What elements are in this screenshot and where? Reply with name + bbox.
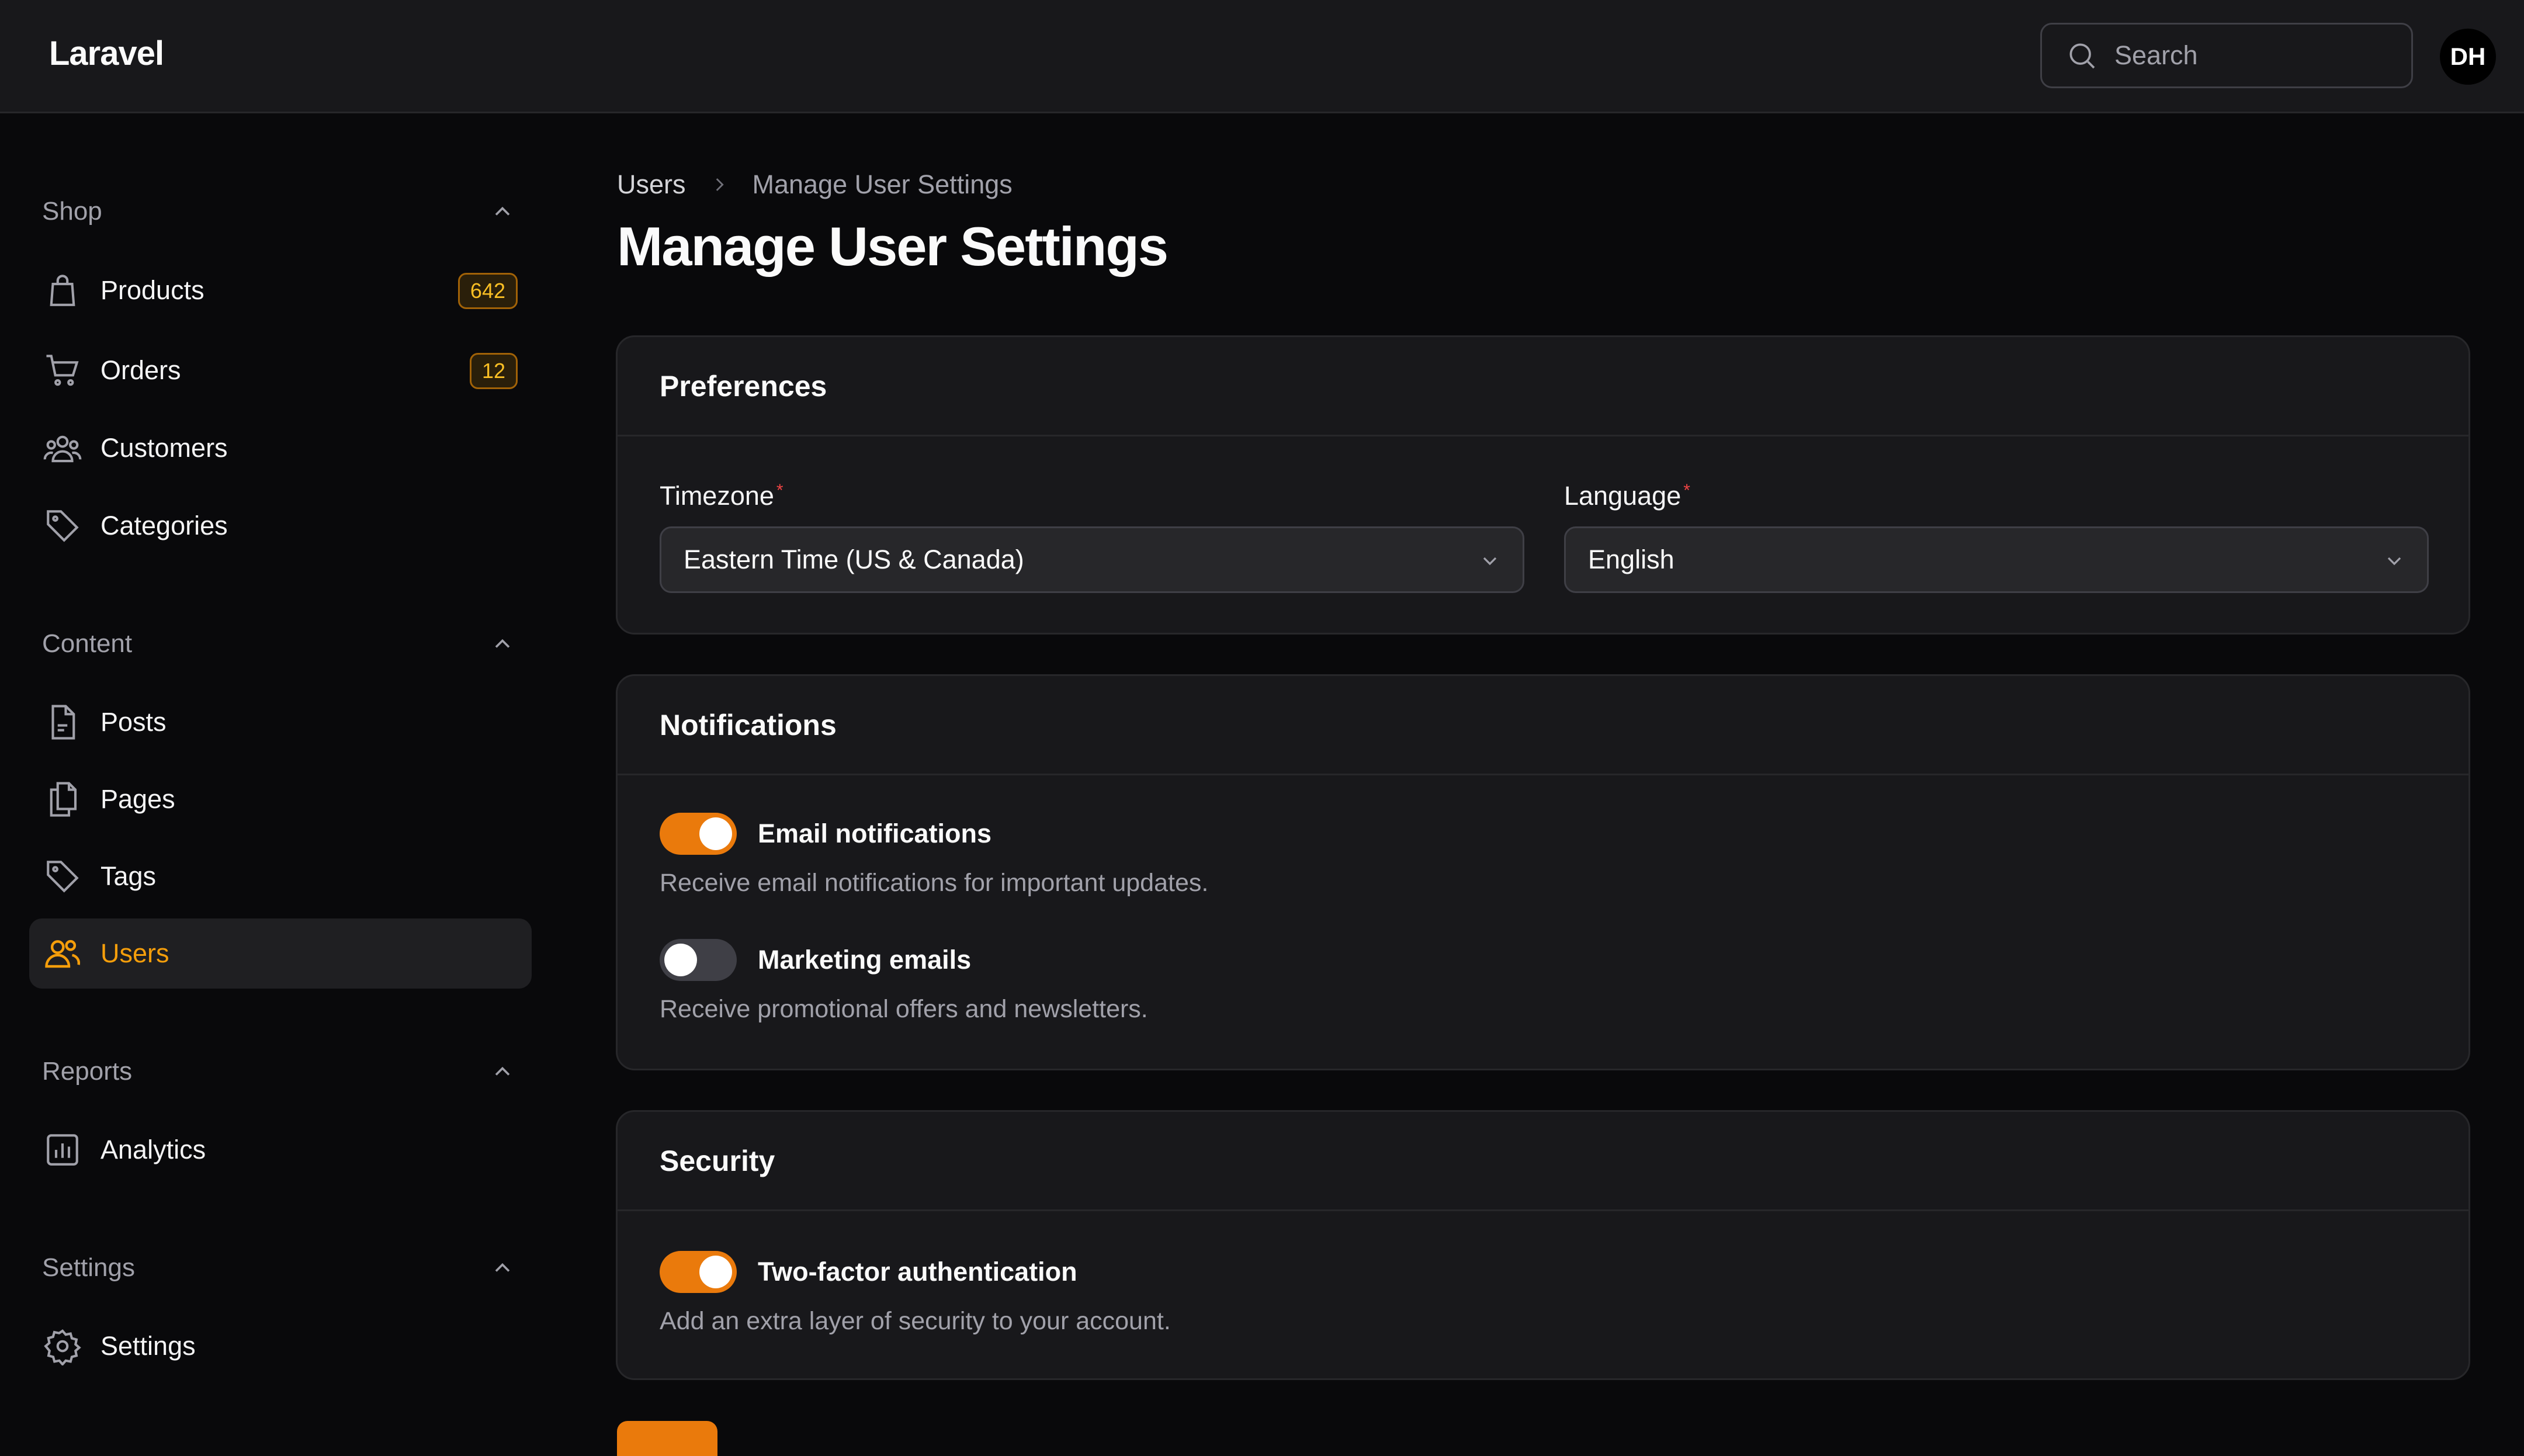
sidebar-item-users[interactable]: Users	[29, 918, 532, 989]
marketing-emails-toggle[interactable]	[660, 939, 737, 981]
breadcrumb-users-link[interactable]: Users	[617, 169, 686, 200]
sidebar-item-label: Products	[100, 275, 204, 305]
toggle-knob	[699, 1256, 732, 1288]
save-button[interactable]	[617, 1421, 717, 1456]
page-title: Manage User Settings	[617, 216, 1169, 277]
sidebar-group-label: Reports	[42, 1057, 133, 1086]
chevron-up-icon	[495, 1263, 510, 1272]
sidebar-item-label: Categories	[100, 511, 228, 540]
avatar[interactable]: DH	[2440, 29, 2496, 85]
sidebar: Shop Products 642 Orders 12 Customers Ca…	[0, 113, 561, 1437]
sidebar-item-label: Tags	[100, 861, 157, 891]
timezone-select[interactable]: Eastern Time (US & Canada)	[660, 526, 1524, 593]
sidebar-item-pages[interactable]: Pages	[29, 764, 532, 834]
top-bar: Laravel DH	[0, 0, 2524, 113]
chevron-down-icon	[1483, 557, 1497, 566]
two-factor-label: Two-factor authentication	[758, 1257, 1077, 1287]
chevron-right-icon	[716, 178, 724, 191]
chevron-down-icon	[2387, 557, 2401, 566]
required-marker: *	[1683, 481, 1690, 500]
shopping-bag-icon	[43, 271, 82, 310]
timezone-label-text: Timezone	[660, 481, 774, 511]
notifications-card: Notifications Email notifications Receiv…	[616, 674, 2470, 1070]
document-icon	[43, 703, 82, 741]
count-badge: 642	[457, 273, 518, 309]
user-group-icon	[43, 429, 82, 467]
breadcrumb: Users Manage User Settings	[617, 169, 1013, 200]
timezone-value: Eastern Time (US & Canada)	[684, 545, 1024, 574]
sidebar-item-label: Users	[100, 938, 169, 968]
brand-logo[interactable]: Laravel	[49, 34, 164, 73]
two-factor-description: Add an extra layer of security to your a…	[660, 1307, 1171, 1335]
sidebar-item-categories[interactable]: Categories	[29, 491, 532, 561]
documents-icon	[43, 780, 82, 819]
sidebar-item-customers[interactable]: Customers	[29, 413, 532, 483]
language-label-text: Language	[1564, 481, 1681, 511]
email-notifications-label: Email notifications	[758, 819, 992, 848]
required-marker: *	[776, 481, 783, 500]
chart-bar-icon	[43, 1131, 82, 1169]
sidebar-item-orders[interactable]: Orders 12	[29, 335, 532, 405]
sidebar-item-label: Settings	[100, 1331, 196, 1361]
users-icon	[43, 934, 82, 973]
security-card: Security Two-factor authentication Add a…	[616, 1110, 2470, 1380]
gear-icon	[43, 1327, 82, 1365]
sidebar-item-analytics[interactable]: Analytics	[29, 1115, 532, 1185]
security-title: Security	[618, 1112, 2468, 1211]
two-factor-toggle[interactable]	[660, 1251, 737, 1293]
shopping-cart-icon	[43, 351, 82, 390]
email-notifications-description: Receive email notifications for importan…	[660, 869, 1209, 897]
sidebar-item-label: Posts	[100, 707, 167, 737]
marketing-emails-description: Receive promotional offers and newslette…	[660, 995, 1148, 1023]
search-input[interactable]	[2113, 40, 2384, 71]
search-icon	[2069, 43, 2095, 69]
marketing-emails-label: Marketing emails	[758, 945, 972, 975]
sidebar-item-label: Customers	[100, 433, 228, 463]
count-badge: 12	[469, 353, 518, 389]
sidebar-item-tags[interactable]: Tags	[29, 841, 532, 911]
chevron-up-icon	[495, 1066, 510, 1076]
sidebar-item-posts[interactable]: Posts	[29, 687, 532, 757]
sidebar-item-products[interactable]: Products 642	[29, 255, 532, 325]
preferences-title: Preferences	[618, 337, 2468, 436]
tag-icon	[43, 507, 82, 545]
sidebar-item-label: Pages	[100, 784, 175, 814]
sidebar-group-settings[interactable]: Settings	[42, 1244, 515, 1291]
language-value: English	[1588, 545, 1674, 574]
sidebar-item-settings[interactable]: Settings	[29, 1311, 532, 1381]
timezone-label: Timezone *	[660, 481, 783, 511]
preferences-card: Preferences Timezone * Eastern Time (US &…	[616, 335, 2470, 635]
sidebar-item-label: Analytics	[100, 1135, 206, 1164]
language-label: Language *	[1564, 481, 1690, 511]
tag-icon	[43, 857, 82, 896]
chevron-up-icon	[495, 639, 510, 648]
sidebar-group-label: Shop	[42, 197, 102, 226]
search-box[interactable]	[2040, 23, 2413, 88]
sidebar-group-reports[interactable]: Reports	[42, 1048, 515, 1095]
sidebar-group-content[interactable]: Content	[42, 620, 515, 667]
sidebar-group-shop[interactable]: Shop	[42, 188, 515, 235]
chevron-up-icon	[495, 206, 510, 216]
toggle-knob	[664, 944, 697, 976]
email-notifications-toggle[interactable]	[660, 813, 737, 855]
toggle-knob	[699, 817, 732, 850]
breadcrumb-current: Manage User Settings	[752, 169, 1013, 199]
sidebar-item-label: Orders	[100, 355, 181, 385]
language-select[interactable]: English	[1564, 526, 2429, 593]
sidebar-group-label: Settings	[42, 1253, 135, 1282]
sidebar-group-label: Content	[42, 629, 133, 658]
notifications-title: Notifications	[618, 676, 2468, 775]
